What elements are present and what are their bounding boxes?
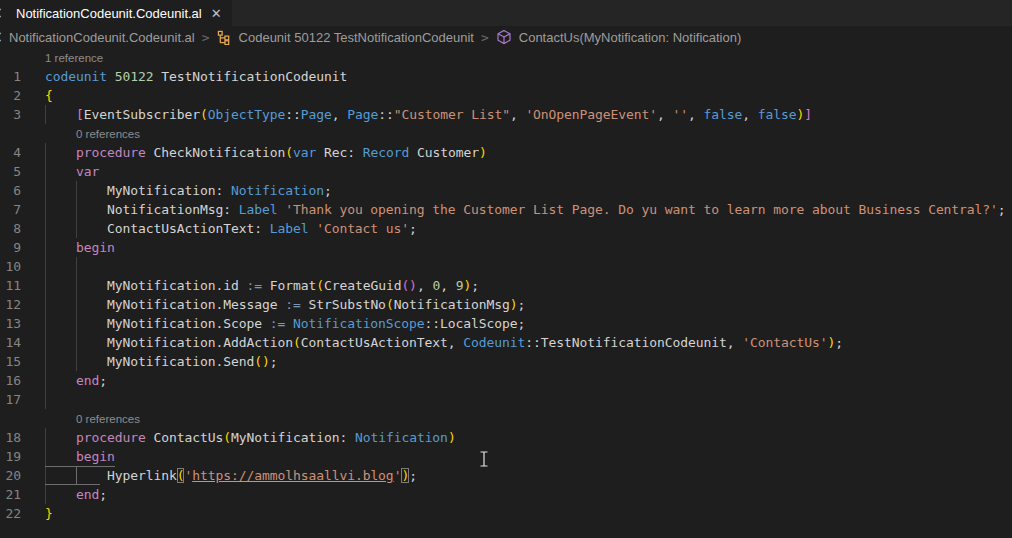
- code-text[interactable]: MyNotification.Scope := NotificationScop…: [45, 314, 525, 333]
- method-symbol-icon: [496, 29, 512, 45]
- line-number: 4: [0, 143, 21, 162]
- code-text[interactable]: MyNotification.AddAction(ContactUsAction…: [45, 333, 843, 352]
- line-number: 18: [0, 428, 21, 447]
- breadcrumb-item-file[interactable]: NotificationCodeunit.Codeunit.al: [9, 30, 195, 45]
- line-number: 3: [0, 105, 21, 124]
- code-text[interactable]: procedure ContactUs(MyNotification: Noti…: [45, 428, 456, 447]
- code-line: 22}: [0, 504, 1012, 523]
- line-number: 21: [0, 485, 21, 504]
- chevron-right-icon: >: [202, 30, 210, 45]
- code-line: 17: [0, 390, 1012, 409]
- line-number: 20: [0, 466, 21, 485]
- tab-notificationcodeunit[interactable]: NotificationCodeunit.Codeunit.al ✕: [0, 0, 232, 26]
- code-text[interactable]: ContactUsActionText: Label 'Contact us';: [45, 219, 417, 238]
- code-line: 7 NotificationMsg: Label 'Thank you open…: [0, 200, 1012, 219]
- line-number: 16: [0, 371, 21, 390]
- codelens-row: 0 references: [0, 409, 1012, 428]
- code-text[interactable]: }: [45, 504, 53, 523]
- chevron-right-icon: >: [481, 30, 489, 45]
- code-text[interactable]: MyNotification.Message := StrSubstNo(Not…: [45, 295, 525, 314]
- tab-title: NotificationCodeunit.Codeunit.al: [16, 6, 202, 21]
- code-line: 14 MyNotification.AddAction(ContactUsAct…: [0, 333, 1012, 352]
- code-text[interactable]: [EventSubscriber(ObjectType::Page, Page:…: [45, 105, 812, 124]
- line-number: 9: [0, 238, 21, 257]
- code-line: 10: [0, 257, 1012, 276]
- code-editor[interactable]: 1 reference 1 codeunit 50122 TestNotificat…: [0, 48, 1012, 523]
- mouse-cursor-ibeam: [479, 451, 489, 471]
- code-text[interactable]: Hyperlink('https://ammolhsaallvi.blog');: [45, 466, 417, 485]
- code-text[interactable]: var: [45, 162, 99, 181]
- line-number: 7: [0, 200, 21, 219]
- breadcrumb: NotificationCodeunit.Codeunit.al > Codeu…: [0, 26, 1012, 48]
- code-line: 9 begin: [0, 238, 1012, 257]
- code-text[interactable]: end;: [45, 485, 107, 504]
- line-number: 1: [0, 67, 21, 86]
- code-text[interactable]: begin: [45, 238, 115, 257]
- line-number: 22: [0, 504, 21, 523]
- code-line: 3 [EventSubscriber(ObjectType::Page, Pag…: [0, 105, 1012, 124]
- al-file-icon: [0, 30, 3, 44]
- code-line: 16 end;: [0, 371, 1012, 390]
- code-line: 20 Hyperlink('https://ammolhsaallvi.blog…: [0, 466, 1012, 485]
- code-text[interactable]: MyNotification.Send();: [45, 352, 277, 371]
- line-number: 13: [0, 314, 21, 333]
- line-number: 10: [0, 257, 21, 276]
- code-text[interactable]: codeunit 50122 TestNotificationCodeunit: [45, 67, 347, 86]
- codeunit-symbol-icon: [217, 30, 232, 45]
- code-text[interactable]: end;: [45, 371, 107, 390]
- line-number: 5: [0, 162, 21, 181]
- code-line: 6 MyNotification: Notification;: [0, 181, 1012, 200]
- code-text[interactable]: NotificationMsg: Label 'Thank you openin…: [45, 200, 1006, 219]
- line-number: 17: [0, 390, 21, 409]
- codelens-row: 1 reference: [0, 48, 1012, 67]
- code-line: 5 var: [0, 162, 1012, 181]
- line-number: 12: [0, 295, 21, 314]
- code-line: 18 procedure ContactUs(MyNotification: N…: [0, 428, 1012, 447]
- close-icon[interactable]: ✕: [211, 7, 222, 20]
- line-number: 19: [0, 447, 21, 466]
- code-line: 2{: [0, 86, 1012, 105]
- code-line: 4 procedure CheckNotification(var Rec: R…: [0, 143, 1012, 162]
- line-number: 6: [0, 181, 21, 200]
- line-number: 15: [0, 352, 21, 371]
- line-number: 14: [0, 333, 21, 352]
- code-text[interactable]: MyNotification.id := Format(CreateGuid()…: [45, 276, 479, 295]
- breadcrumb-item-method[interactable]: ContactUs(MyNotification: Notification): [519, 30, 742, 45]
- code-text[interactable]: MyNotification: Notification;: [45, 181, 332, 200]
- code-line: 8 ContactUsActionText: Label 'Contact us…: [0, 219, 1012, 238]
- code-line: 21 end;: [0, 485, 1012, 504]
- code-text[interactable]: begin: [45, 447, 115, 466]
- code-line: 15 MyNotification.Send();: [0, 352, 1012, 371]
- breadcrumb-item-codeunit[interactable]: Codeunit 50122 TestNotificationCodeunit: [239, 30, 474, 45]
- code-text[interactable]: {: [45, 86, 53, 105]
- code-line: 13 MyNotification.Scope := NotificationS…: [0, 314, 1012, 333]
- codelens-references[interactable]: 0 references: [76, 125, 140, 144]
- al-file-icon: [0, 6, 3, 20]
- codelens-references[interactable]: 1 reference: [45, 49, 103, 68]
- code-line: 12 MyNotification.Message := StrSubstNo(…: [0, 295, 1012, 314]
- line-number: 2: [0, 86, 21, 105]
- line-number: 11: [0, 276, 21, 295]
- code-text[interactable]: procedure CheckNotification(var Rec: Rec…: [45, 143, 487, 162]
- code-line: 11 MyNotification.id := Format(CreateGui…: [0, 276, 1012, 295]
- code-line: 1 codeunit 50122 TestNotificationCodeunit: [0, 67, 1012, 86]
- codelens-row: 0 references: [0, 124, 1012, 143]
- code-line: 19 begin: [0, 447, 1012, 466]
- tab-bar: NotificationCodeunit.Codeunit.al ✕: [0, 0, 1012, 26]
- line-number: 8: [0, 219, 21, 238]
- codelens-references[interactable]: 0 references: [76, 410, 140, 429]
